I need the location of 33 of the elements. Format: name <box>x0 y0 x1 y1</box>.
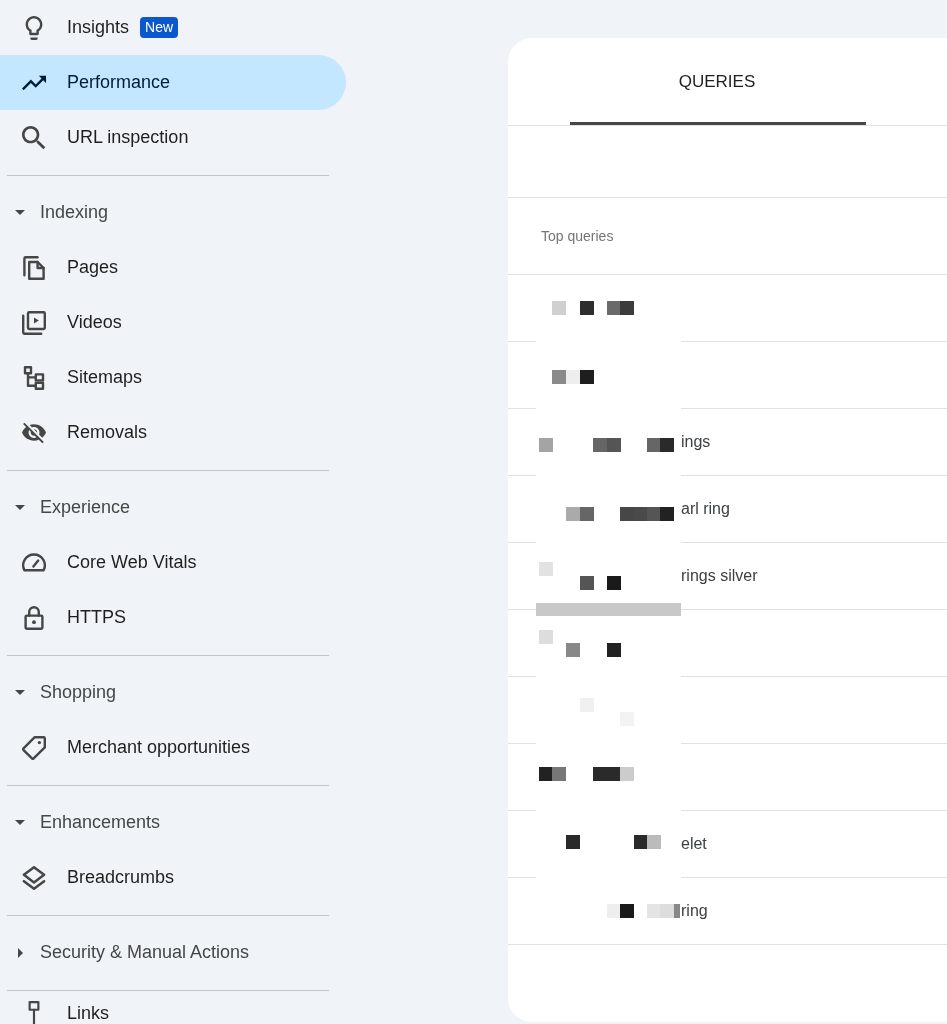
nav-item[interactable]: Core Web Vitals <box>0 535 346 590</box>
new-badge: New <box>140 17 179 38</box>
nav-item[interactable]: Merchant opportunities <box>0 720 346 775</box>
video-stack-icon <box>22 310 46 335</box>
nav-item[interactable]: Performance <box>0 55 346 110</box>
documents-icon <box>22 255 46 280</box>
query-text: elet <box>681 834 707 854</box>
eye-off-icon <box>22 420 46 445</box>
query-text: ring <box>681 901 708 921</box>
nav-item[interactable]: URL inspection <box>0 110 346 165</box>
query-text: ings <box>681 432 711 452</box>
nav-item[interactable]: Insights New <box>0 0 346 55</box>
search-icon <box>22 125 46 150</box>
tag-icon <box>22 735 46 760</box>
section-header[interactable]: Shopping <box>0 665 330 720</box>
query-text: rings silver <box>681 566 758 586</box>
tree-structure-icon <box>22 365 46 390</box>
nav-item[interactable]: Links <box>0 1000 346 1024</box>
nav-item[interactable]: HTTPS <box>0 590 346 645</box>
section-header[interactable]: Indexing <box>0 185 330 240</box>
nav-item[interactable]: Videos <box>0 295 346 350</box>
layers-icon <box>22 865 46 890</box>
section-header[interactable]: Security & Manual Actions <box>0 925 330 980</box>
section-header[interactable]: Experience <box>0 480 330 535</box>
nav-item[interactable]: Sitemaps <box>0 350 346 405</box>
nav-item[interactable]: Removals <box>0 405 346 460</box>
tab[interactable]: QUERIES <box>508 38 926 125</box>
section-header[interactable]: Enhancements <box>0 795 330 850</box>
query-text: arl ring <box>681 499 730 519</box>
column-header: Top queries <box>541 226 614 246</box>
lock-icon <box>22 605 46 630</box>
nav-item[interactable]: Breadcrumbs <box>0 850 346 905</box>
nav-item[interactable]: Pages <box>0 240 346 295</box>
